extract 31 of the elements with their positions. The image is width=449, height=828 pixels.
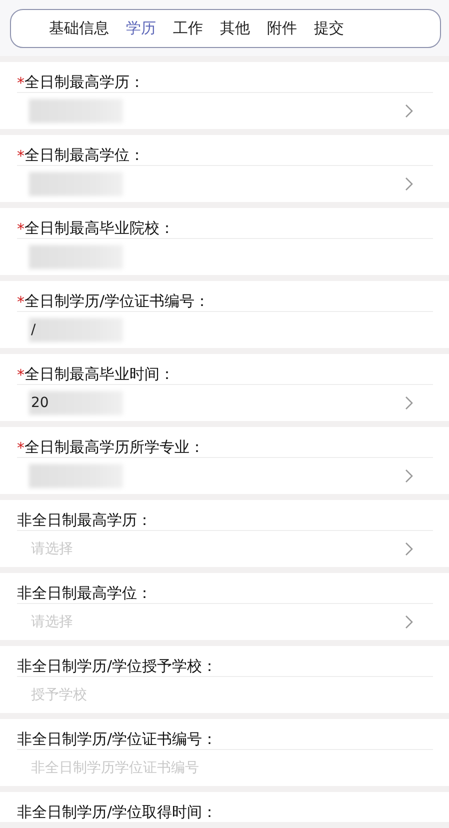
required-mark: * — [17, 147, 24, 165]
chevron-right-icon — [405, 396, 413, 410]
tab[interactable]: 其他 — [220, 19, 250, 38]
chevron-right-icon — [405, 469, 413, 483]
required-mark: * — [17, 439, 24, 457]
tab[interactable]: 工作 — [173, 19, 203, 38]
required-mark: * — [17, 74, 24, 92]
required-mark: * — [17, 220, 24, 238]
select-field[interactable]: 20 — [17, 384, 433, 421]
field-label: 非全日制最高学位： — [17, 584, 152, 603]
required-mark: * — [17, 366, 24, 384]
chevron-right-icon — [405, 615, 413, 629]
tab[interactable]: 附件 — [267, 19, 297, 38]
tab[interactable]: 提交 — [314, 19, 344, 38]
field-label: 非全日制学历/学位证书编号： — [17, 730, 218, 749]
field-label: 全日制最高毕业时间： — [24, 365, 174, 384]
input-field[interactable]: / — [17, 311, 433, 348]
chevron-right-icon — [405, 104, 413, 118]
field-label: 全日制最高学位： — [24, 146, 144, 165]
chevron-right-icon — [405, 542, 413, 556]
field-label: 非全日制学历/学位授予学校： — [17, 657, 218, 676]
tab[interactable]: 学历 — [126, 19, 156, 38]
field-label: 全日制学历/学位证书编号： — [24, 292, 210, 311]
field-label: 非全日制最高学历： — [17, 511, 152, 530]
field-label: 全日制最高毕业院校： — [24, 219, 174, 238]
tab[interactable]: 基础信息 — [49, 19, 109, 38]
field-label: 全日制最高学历： — [24, 73, 144, 92]
field-label: 全日制最高学历所学专业： — [24, 438, 204, 457]
chevron-right-icon — [405, 177, 413, 191]
required-mark: * — [17, 293, 24, 311]
field-label: 非全日制学历/学位取得时间： — [17, 803, 218, 822]
